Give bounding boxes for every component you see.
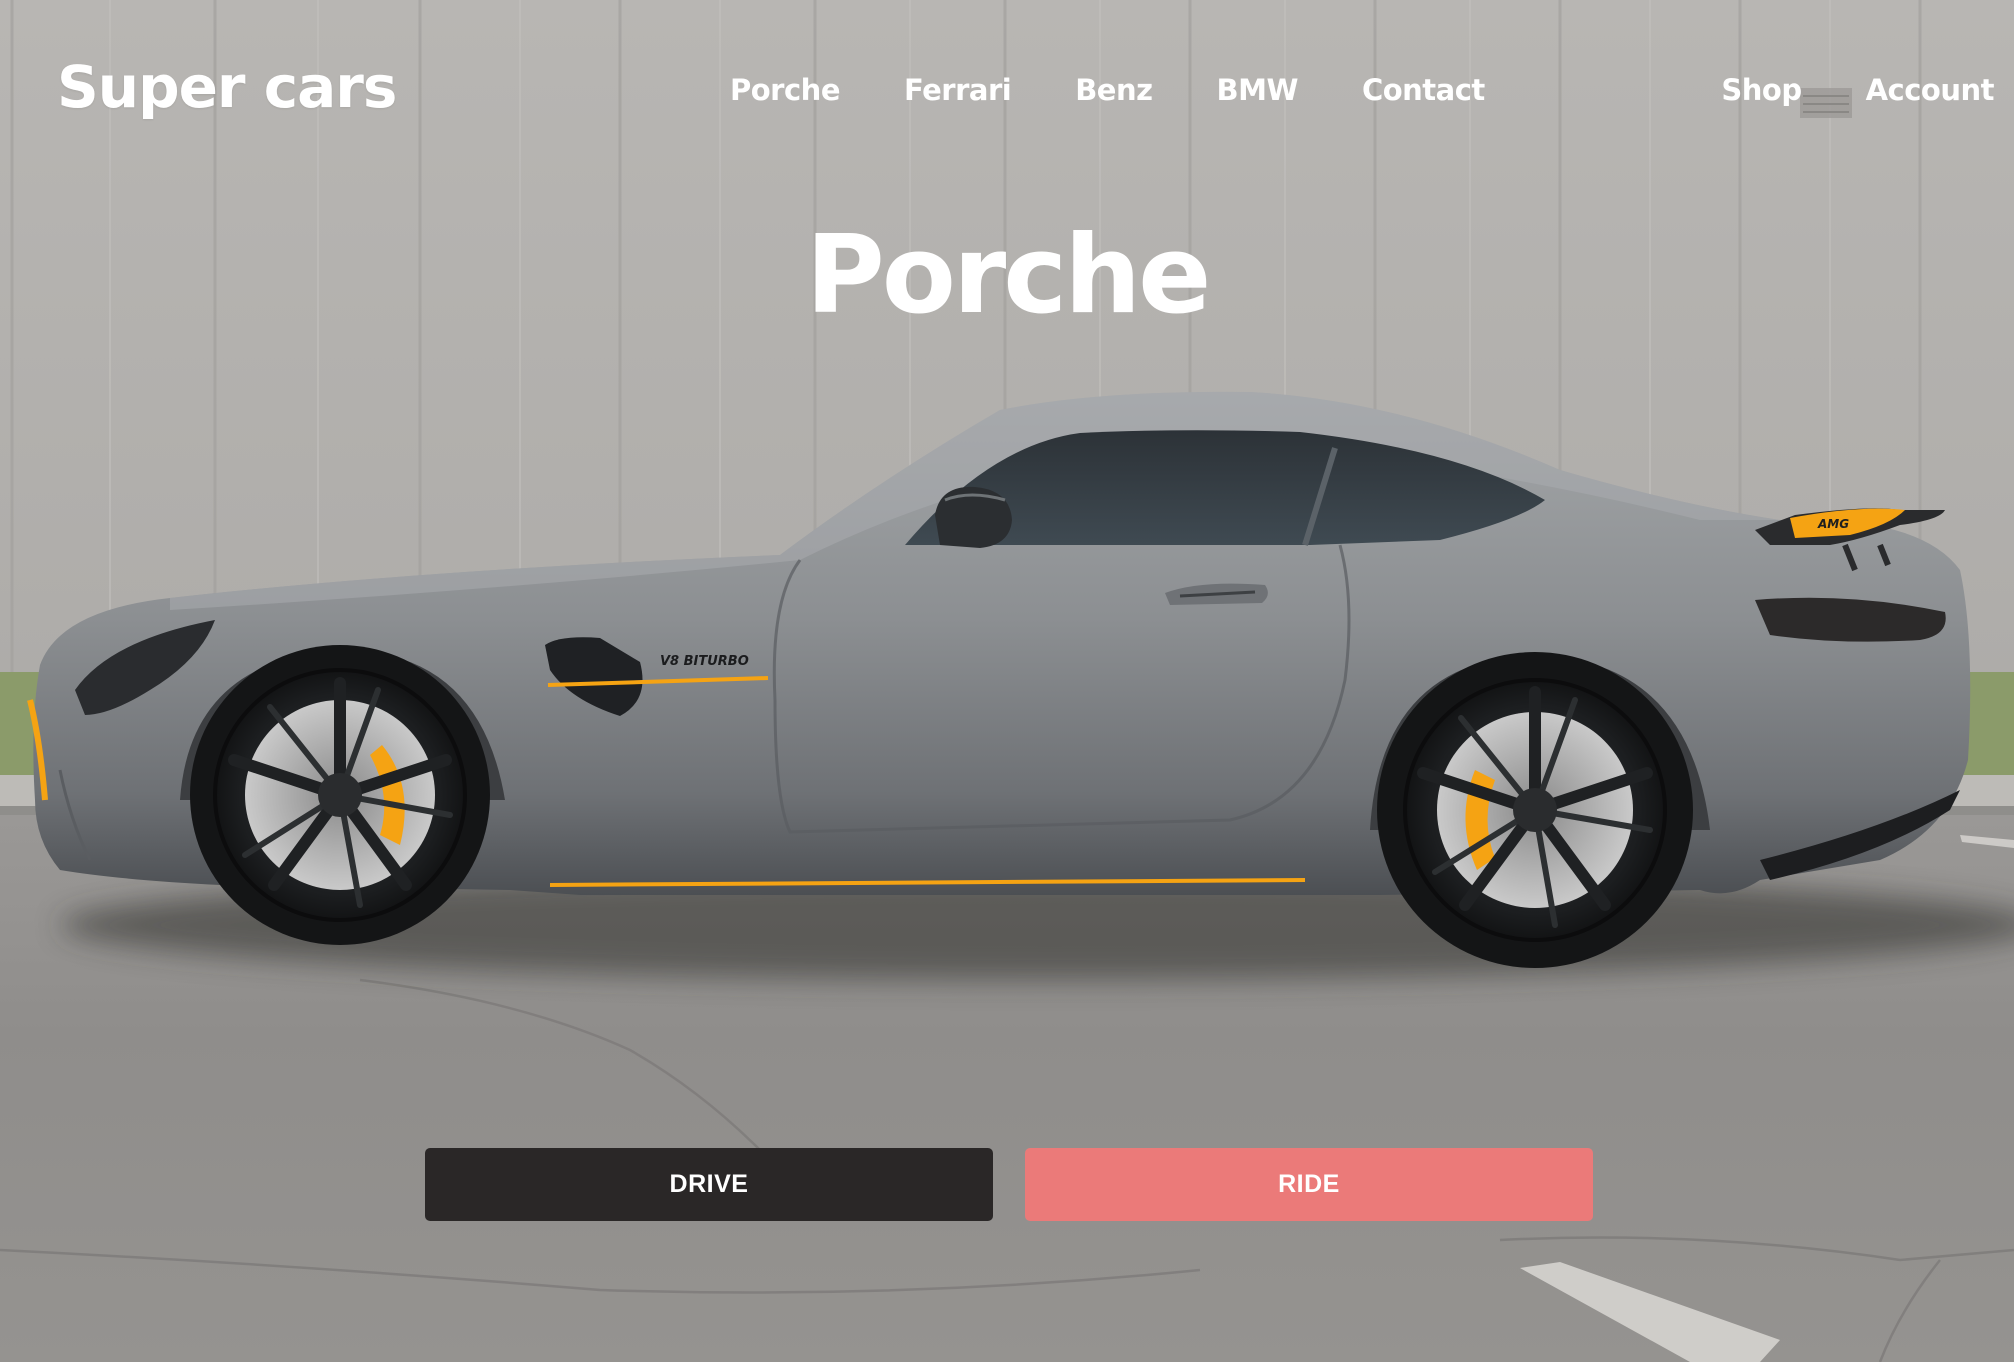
site-logo[interactable]: Super cars [57, 58, 397, 116]
nav-link-bmw[interactable]: BMW [1217, 76, 1299, 105]
nav-link-porche[interactable]: Porche [730, 76, 840, 105]
nav-link-ferrari[interactable]: Ferrari [904, 76, 1012, 105]
drive-button[interactable]: DRIVE [425, 1148, 993, 1221]
nav-link-account[interactable]: Account [1866, 76, 1995, 105]
ride-button[interactable]: RIDE [1025, 1148, 1593, 1221]
svg-text:AMG: AMG [1817, 517, 1849, 531]
nav-link-shop[interactable]: Shop [1721, 76, 1802, 105]
hero-title: Porche [805, 213, 1212, 338]
main-nav: Porche Ferrari Benz BMW Contact [730, 76, 1485, 105]
svg-text:V8 BITURBO: V8 BITURBO [660, 654, 749, 669]
nav-link-benz[interactable]: Benz [1075, 76, 1153, 105]
hero-background-image: V8 BITURBO AMG [0, 0, 2014, 1362]
account-nav: Shop Account [1657, 76, 1994, 105]
nav-link-contact[interactable]: Contact [1362, 76, 1485, 105]
